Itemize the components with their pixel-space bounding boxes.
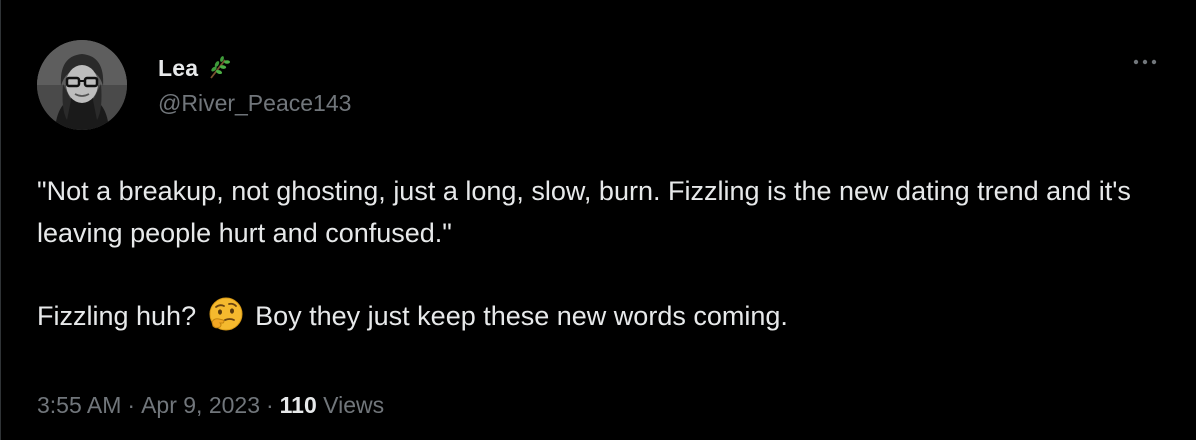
border-divider — [0, 0, 1, 440]
tweet-card: Lea @River_Peace143 "Not a breakup, not … — [0, 0, 1196, 440]
tweet-paragraph-2: Fizzling huh? Boy they just keep these n… — [37, 294, 1157, 337]
thinking-face-icon — [206, 294, 246, 334]
author-name-row[interactable]: Lea — [158, 52, 232, 84]
tweet-paragraph-1: "Not a breakup, not ghosting, just a lon… — [37, 176, 1139, 248]
herb-icon — [206, 55, 232, 81]
meta-separator-2: · — [265, 392, 274, 418]
tweet-date[interactable]: Apr 9, 2023 — [141, 392, 260, 418]
more-horizontal-icon[interactable] — [1130, 52, 1160, 72]
tweet-meta: 3:55 AM · Apr 9, 2023 · 110 Views — [37, 392, 384, 419]
tweet-paragraph-2-end: Boy they just keep these new words comin… — [247, 301, 788, 331]
views-label[interactable]: Views — [323, 392, 384, 418]
views-count[interactable]: 110 — [280, 392, 317, 418]
meta-separator-1: · — [127, 392, 136, 418]
tweet-time[interactable]: 3:55 AM — [37, 392, 121, 418]
display-name[interactable]: Lea — [158, 55, 198, 82]
user-handle[interactable]: @River_Peace143 — [158, 90, 351, 117]
tweet-paragraph-2-start: Fizzling huh? — [37, 301, 204, 331]
tweet-text: "Not a breakup, not ghosting, just a lon… — [37, 170, 1157, 337]
avatar[interactable] — [37, 40, 127, 130]
